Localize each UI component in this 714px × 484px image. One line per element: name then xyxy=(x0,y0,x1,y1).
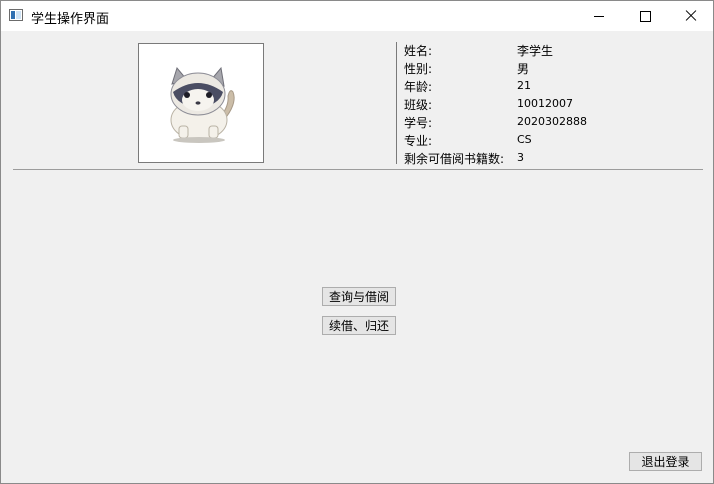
age-value: 21 xyxy=(517,79,531,92)
maximize-icon xyxy=(639,10,651,22)
query-borrow-button[interactable]: 查询与借阅 xyxy=(322,287,396,306)
student-avatar xyxy=(138,43,264,163)
minimize-button[interactable] xyxy=(576,1,622,31)
major-label: 专业: xyxy=(404,134,433,148)
header-separator xyxy=(13,169,703,170)
name-label: 姓名: xyxy=(404,44,433,58)
class-label: 班级: xyxy=(404,98,433,112)
title-bar[interactable]: 学生操作界面 xyxy=(1,1,713,31)
maximize-button[interactable] xyxy=(622,1,668,31)
age-label: 年龄: xyxy=(404,80,433,94)
major-value: CS xyxy=(517,133,532,146)
student-id-value: 2020302888 xyxy=(517,115,587,128)
remaining-books-value: 3 xyxy=(517,151,524,164)
gender-value: 男 xyxy=(517,62,530,76)
student-window: 学生操作界面 姓名: 李学生 性别: 男 年龄: 21 班级: 10012007… xyxy=(0,0,714,484)
close-icon xyxy=(685,10,697,22)
name-value: 李学生 xyxy=(517,44,554,58)
info-separator xyxy=(396,42,397,164)
class-value: 10012007 xyxy=(517,97,573,110)
remaining-books-label: 剩余可借阅书籍数: xyxy=(404,152,505,166)
close-button[interactable] xyxy=(668,1,714,31)
app-window-icon xyxy=(9,9,23,21)
gender-label: 性别: xyxy=(404,62,433,76)
renew-return-button[interactable]: 续借、归还 xyxy=(322,316,396,335)
cat-avatar-icon xyxy=(170,66,235,143)
minimize-icon xyxy=(594,15,604,17)
student-id-label: 学号: xyxy=(404,116,433,130)
logout-button[interactable]: 退出登录 xyxy=(629,452,702,471)
window-title: 学生操作界面 xyxy=(31,12,110,27)
